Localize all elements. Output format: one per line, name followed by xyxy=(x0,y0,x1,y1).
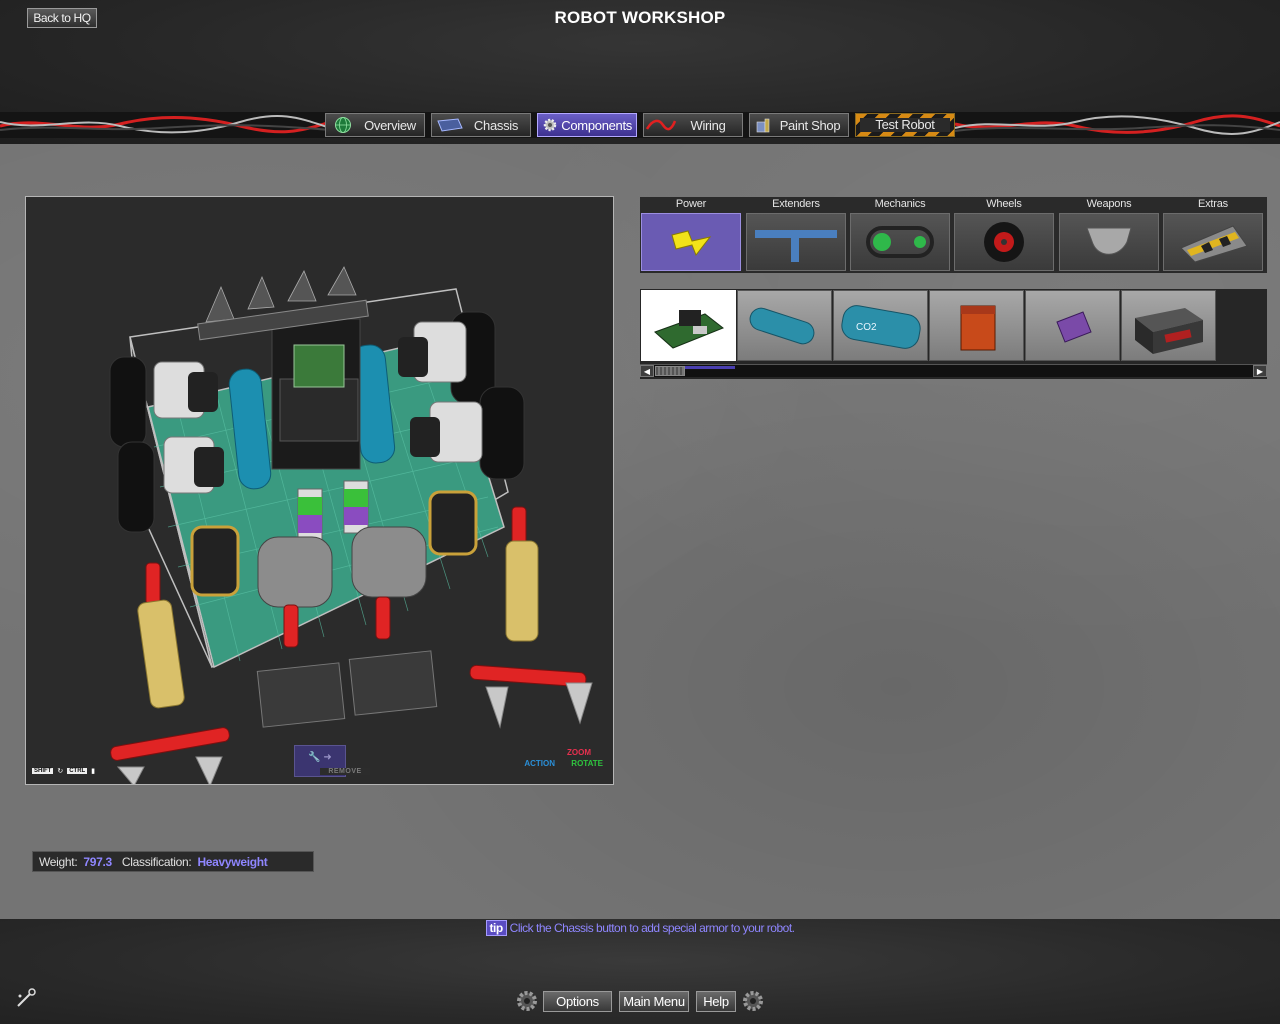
part-circuit-board[interactable] xyxy=(641,290,736,361)
parts-list: CO2 ◀ ▶ xyxy=(640,289,1267,379)
scroll-thumb[interactable] xyxy=(655,366,685,376)
weight-label: Weight: xyxy=(39,854,78,869)
tab-paint-shop[interactable]: Paint Shop xyxy=(749,113,849,137)
tip-badge: tip xyxy=(485,920,507,936)
belt-pulley-icon xyxy=(850,213,950,271)
weight-value: 797.3 xyxy=(83,854,112,869)
classification-label: Classification: xyxy=(121,854,192,869)
paint-can-icon xyxy=(750,114,776,136)
globe-icon xyxy=(326,114,360,136)
ctrl-key-hint: CTRL xyxy=(67,768,88,774)
category-extras[interactable]: Extras xyxy=(1162,197,1264,271)
tab-label: Components xyxy=(561,117,632,133)
viewport-key-hints: SHIFT ↻ CTRL ▮ xyxy=(32,767,95,775)
scoop-blade-icon xyxy=(1059,213,1159,271)
part-battery-purple[interactable] xyxy=(1025,290,1120,361)
main-menu-buttons: Options Main Menu Help xyxy=(0,991,1280,1013)
classification-value: Heavyweight xyxy=(197,854,268,869)
lightning-icon xyxy=(641,213,741,271)
category-label: Mechanics xyxy=(874,198,926,210)
rotate-arrow-icon: ↻ xyxy=(57,768,64,775)
tip-message: tip Click the Chassis button to add speci… xyxy=(0,920,1280,936)
parts-scrollbar[interactable]: ◀ ▶ xyxy=(640,364,1267,377)
tab-overview[interactable]: Overview xyxy=(325,113,425,137)
options-button[interactable]: Options xyxy=(543,991,612,1012)
tab-label: Paint Shop xyxy=(779,117,841,133)
black-battery-icon xyxy=(1134,307,1203,354)
circuit-board-icon xyxy=(653,309,724,349)
orange-battery-icon xyxy=(960,305,995,350)
page-title: ROBOT WORKSHOP xyxy=(554,8,726,27)
zoom-hint: ZOOM xyxy=(567,748,591,757)
extender-bar-icon xyxy=(746,213,846,271)
tab-label: Overview xyxy=(364,117,416,133)
category-wheels[interactable]: Wheels xyxy=(953,197,1055,271)
tab-wiring[interactable]: Wiring xyxy=(643,113,743,137)
part-battery-orange[interactable] xyxy=(929,290,1024,361)
action-hint: ACTION xyxy=(524,759,555,768)
scroll-right-arrow-icon[interactable]: ▶ xyxy=(1253,365,1267,377)
part-gas-tank-small[interactable] xyxy=(737,290,832,361)
wheel-icon xyxy=(954,213,1054,271)
help-button[interactable]: Help xyxy=(696,991,736,1012)
robot-3d-viewport[interactable]: SHIFT ↻ CTRL ▮ 🔧 ➜ REMOVE ZOOM ACTION RO… xyxy=(25,196,614,785)
category-label: Extenders xyxy=(772,198,820,210)
tab-label: Test Robot xyxy=(860,118,950,132)
main-menu-button[interactable]: Main Menu xyxy=(619,991,689,1012)
tab-label: Wiring xyxy=(690,117,726,133)
armor-wedge-icon xyxy=(1163,213,1263,271)
scroll-left-arrow-icon[interactable]: ◀ xyxy=(640,365,654,377)
category-label: Power xyxy=(675,198,707,210)
wrench-arrow-icon: 🔧 ➜ xyxy=(308,752,332,763)
category-mechanics[interactable]: Mechanics xyxy=(849,197,951,271)
remove-label: REMOVE xyxy=(320,768,370,775)
tab-test-robot[interactable]: Test Robot xyxy=(855,113,955,137)
category-label: Wheels xyxy=(986,198,1022,210)
tip-text: Click the Chassis button to add special … xyxy=(509,921,795,935)
part-co2-tank[interactable]: CO2 xyxy=(833,290,928,361)
weight-status: Weight: 797.3 Classification: Heavyweigh… xyxy=(32,851,314,872)
robot-render xyxy=(109,266,593,784)
co2-tank-icon: CO2 xyxy=(840,304,921,349)
category-extenders[interactable]: Extenders xyxy=(745,197,847,271)
wire-icon xyxy=(644,114,678,136)
shift-key-hint: SHIFT xyxy=(32,768,54,774)
part-battery-black[interactable] xyxy=(1121,290,1216,361)
category-weapons[interactable]: Weapons xyxy=(1058,197,1160,271)
category-label: Extras xyxy=(1198,198,1228,210)
move-icon: ▮ xyxy=(91,768,96,775)
gas-tank-icon xyxy=(749,307,814,344)
category-power[interactable]: Power xyxy=(640,197,742,271)
tab-label: Chassis xyxy=(473,117,519,133)
category-label: Weapons xyxy=(1086,198,1132,210)
tab-chassis[interactable]: Chassis xyxy=(431,113,531,137)
tab-components[interactable]: Components xyxy=(537,113,637,137)
workshop-tabs: Overview Chassis Components Wiring Paint… xyxy=(0,113,1280,137)
remove-part-button[interactable]: 🔧 ➜ REMOVE xyxy=(294,745,370,777)
purple-battery-icon xyxy=(1055,310,1092,343)
co2-label: CO2 xyxy=(856,322,877,333)
chassis-icon xyxy=(432,114,466,136)
rotate-hint: ROTATE xyxy=(571,759,603,768)
tool-icon[interactable] xyxy=(14,986,38,1010)
component-categories: Power Extenders Mechanics Wheels Weapons… xyxy=(640,197,1267,273)
gear-icon xyxy=(538,114,561,136)
